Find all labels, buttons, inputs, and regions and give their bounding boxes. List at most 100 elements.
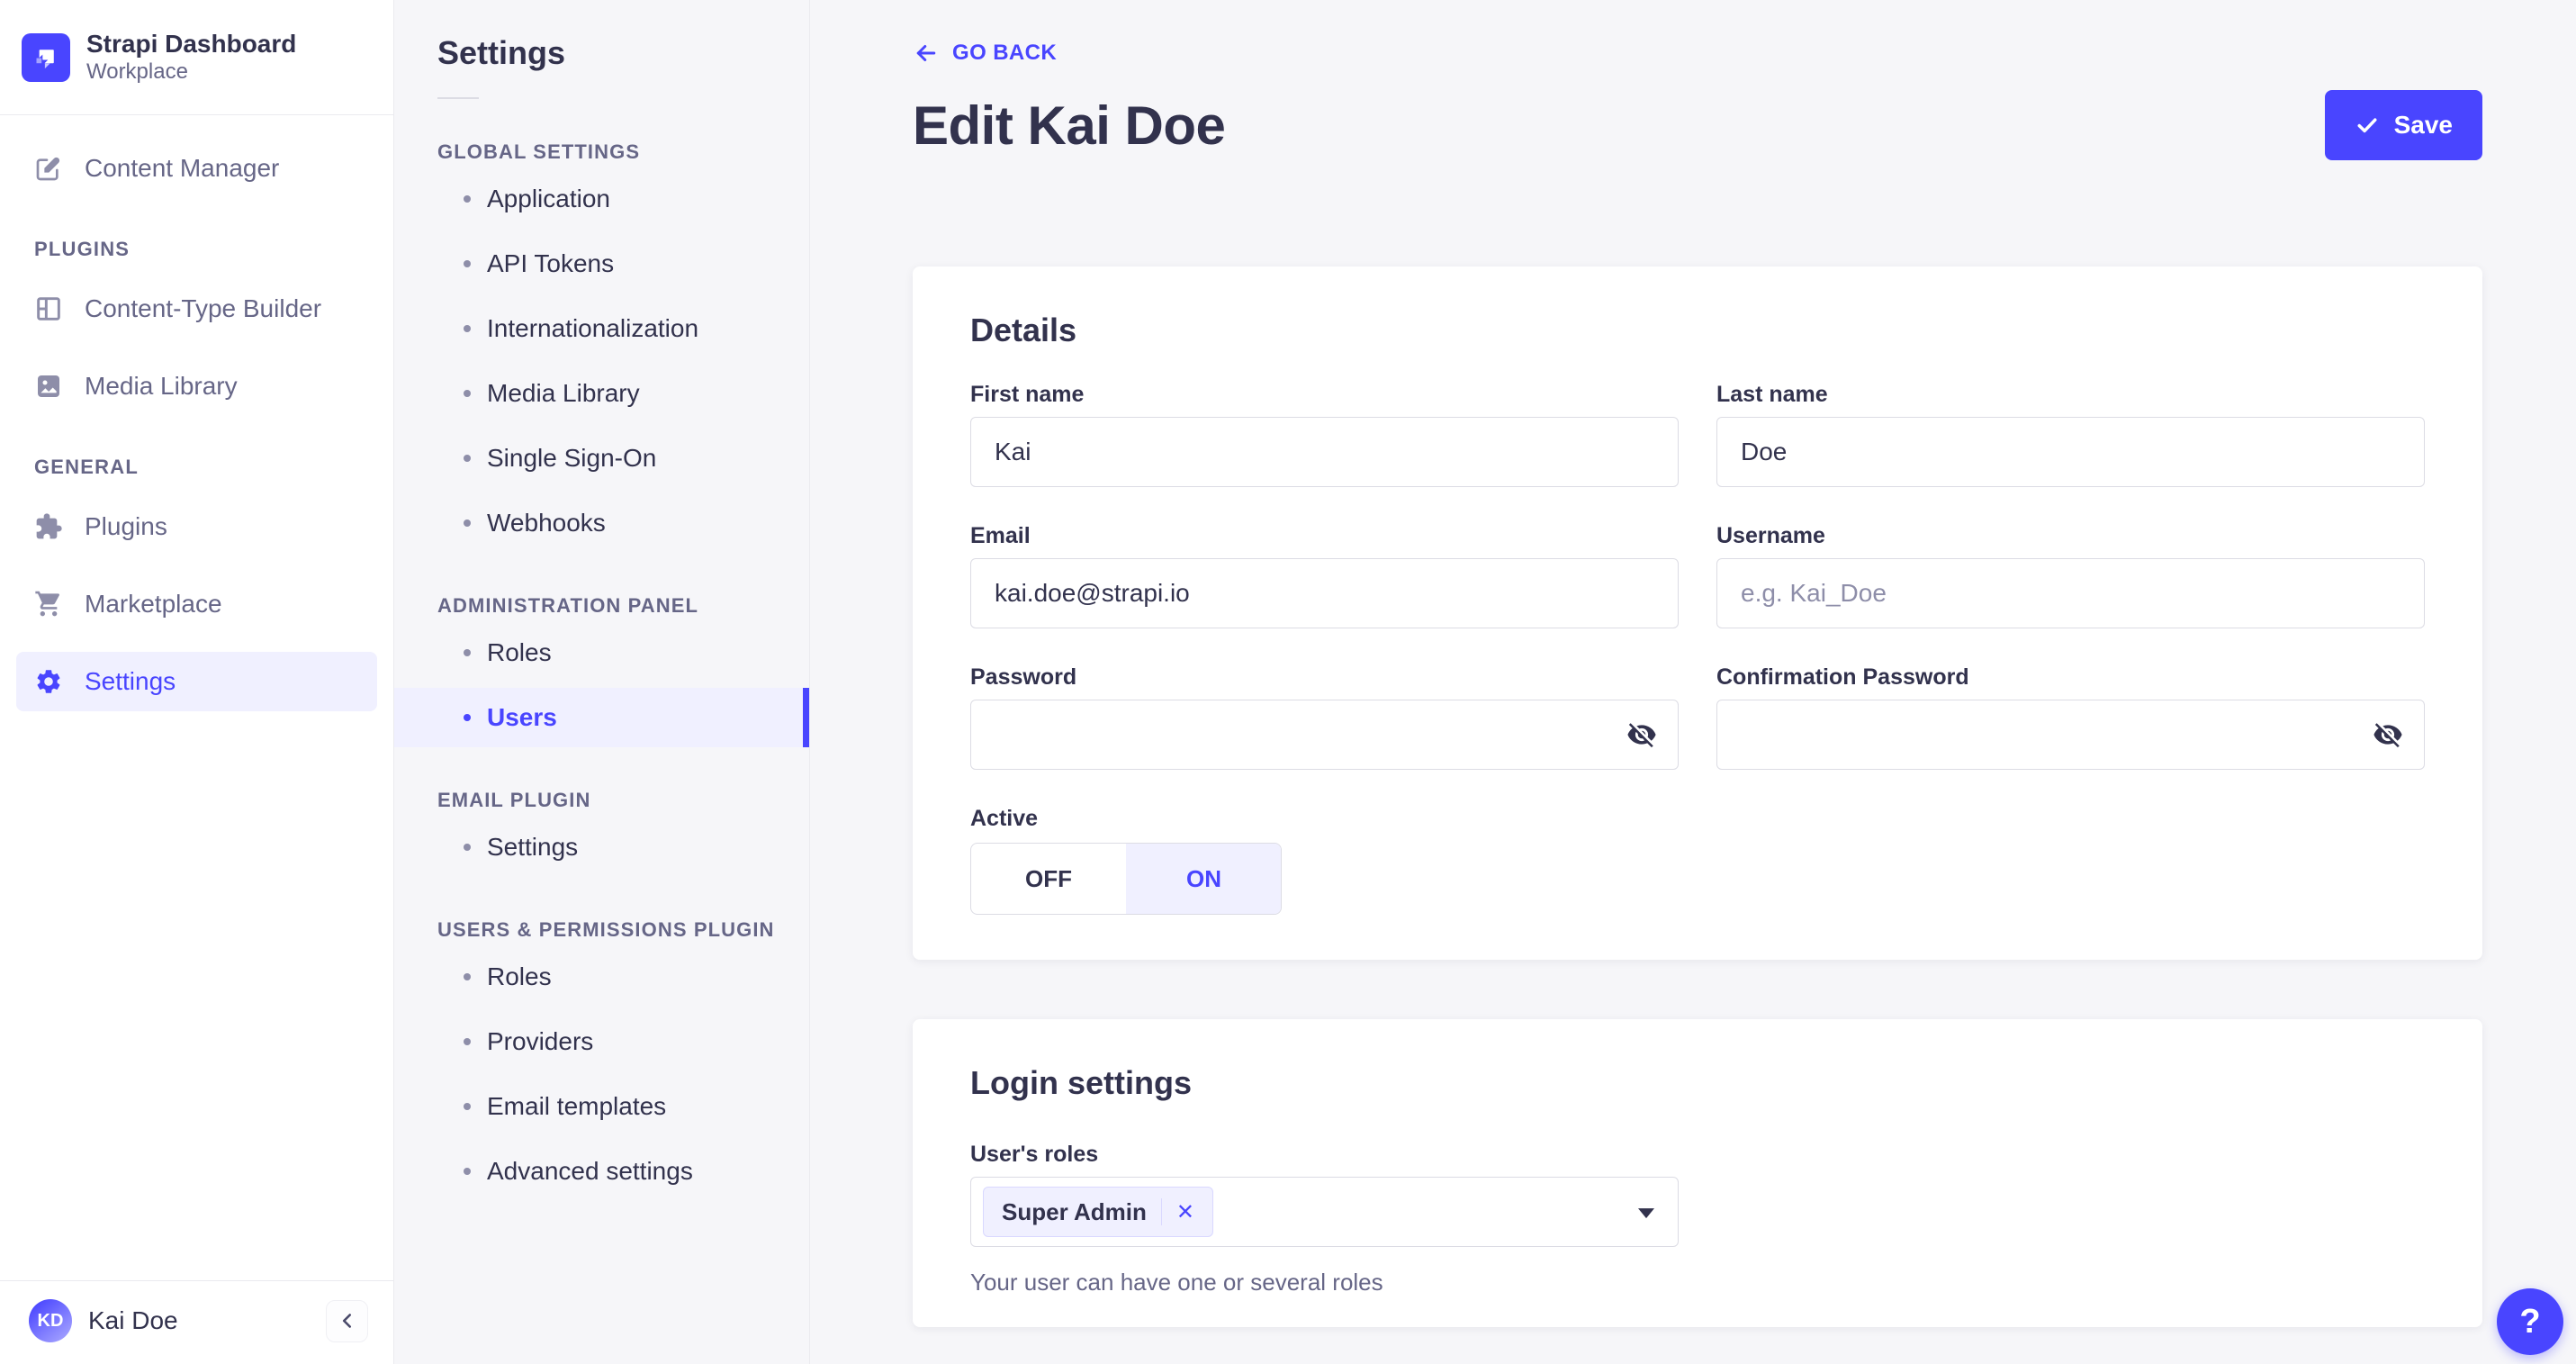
sidebar-item-label: Marketplace bbox=[85, 590, 222, 618]
confirmation-password-field-group: Confirmation Password bbox=[1716, 664, 2425, 770]
sidebar-nav: Content Manager PLUGINS Content-Type Bui… bbox=[0, 115, 393, 711]
tag-divider bbox=[1160, 1198, 1162, 1225]
sidebar-item-content-manager[interactable]: Content Manager bbox=[16, 139, 377, 198]
subnav-item-label: Settings bbox=[487, 833, 579, 861]
bullet-icon bbox=[464, 260, 471, 267]
brand[interactable]: Strapi Dashboard Workplace bbox=[0, 0, 393, 115]
subnav-item-admin-roles[interactable]: Roles bbox=[394, 623, 809, 682]
subnav-item-label: Roles bbox=[487, 962, 552, 990]
active-toggle: OFF ON bbox=[970, 843, 1282, 915]
bullet-icon bbox=[464, 195, 471, 203]
bullet-icon bbox=[464, 390, 471, 397]
brand-subtitle: Workplace bbox=[86, 59, 188, 85]
bullet-icon bbox=[464, 844, 471, 851]
subnav-item-label: Email templates bbox=[487, 1092, 667, 1120]
password-field-group: Password bbox=[970, 664, 1679, 770]
subnav-item-providers[interactable]: Providers bbox=[394, 1012, 809, 1071]
collapse-sidebar-button[interactable] bbox=[326, 1299, 368, 1342]
subnav-group-email-plugin: EMAIL PLUGIN Settings bbox=[394, 789, 809, 877]
subnav-item-label: Media Library bbox=[487, 379, 640, 407]
sidebar-section-title: PLUGINS bbox=[34, 238, 131, 260]
confirmation-password-field[interactable] bbox=[1716, 700, 2425, 770]
chevron-left-icon bbox=[336, 1309, 359, 1332]
bullet-icon bbox=[464, 325, 471, 332]
layout-icon bbox=[34, 294, 63, 323]
password-label: Password bbox=[970, 664, 1077, 690]
subnav-item-internationalization[interactable]: Internationalization bbox=[394, 299, 809, 358]
subnav-item-label: Webhooks bbox=[487, 509, 606, 537]
save-button[interactable]: Save bbox=[2324, 90, 2482, 160]
eye-off-icon[interactable] bbox=[1626, 719, 1657, 750]
go-back-label: GO BACK bbox=[952, 41, 1058, 65]
email-field-group: Email bbox=[970, 523, 1679, 628]
subnav-item-single-sign-on[interactable]: Single Sign-On bbox=[394, 429, 809, 488]
subnav-item-media-library[interactable]: Media Library bbox=[394, 364, 809, 423]
sidebar-item-media-library[interactable]: Media Library bbox=[16, 357, 377, 416]
subnav-group-title: ADMINISTRATION PANEL bbox=[437, 594, 699, 617]
image-icon bbox=[34, 372, 63, 401]
last-name-field[interactable] bbox=[1716, 417, 2425, 487]
avatar: KD bbox=[29, 1299, 72, 1342]
role-tag-label: Super Admin bbox=[1002, 1197, 1147, 1225]
subnav-item-advanced-settings[interactable]: Advanced settings bbox=[394, 1142, 809, 1201]
subnav-item-webhooks[interactable]: Webhooks bbox=[394, 493, 809, 553]
subnav-item-api-tokens[interactable]: API Tokens bbox=[394, 234, 809, 294]
details-card: Details First name Last name Email bbox=[913, 266, 2482, 960]
sidebar-item-label: Plugins bbox=[85, 512, 167, 540]
username-field[interactable] bbox=[1716, 558, 2425, 628]
sidebar-item-content-type-builder[interactable]: Content-Type Builder bbox=[16, 279, 377, 339]
login-settings-card: Login settings User's roles Super Admin … bbox=[913, 1019, 2482, 1327]
save-button-label: Save bbox=[2393, 111, 2453, 139]
username-label: Username bbox=[1716, 523, 1825, 548]
subnav-group-title: USERS & PERMISSIONS PLUGIN bbox=[437, 918, 775, 941]
remove-role-icon[interactable]: ✕ bbox=[1176, 1199, 1194, 1225]
subnav-item-email-settings[interactable]: Settings bbox=[394, 817, 809, 877]
subnav-group-title: EMAIL PLUGIN bbox=[437, 789, 591, 811]
sidebar-item-plugins[interactable]: Plugins bbox=[16, 497, 377, 556]
pen-icon bbox=[34, 154, 63, 183]
sidebar-item-settings[interactable]: Settings bbox=[16, 652, 377, 711]
sidebar-item-label: Content Manager bbox=[85, 154, 280, 182]
settings-subnav: Settings GLOBAL SETTINGS Application API… bbox=[394, 0, 810, 1364]
subnav-item-label: Internationalization bbox=[487, 314, 699, 342]
bullet-icon bbox=[464, 973, 471, 980]
bullet-icon bbox=[464, 1168, 471, 1175]
password-field[interactable] bbox=[970, 700, 1679, 770]
subnav-item-email-templates[interactable]: Email templates bbox=[394, 1077, 809, 1136]
sidebar-section-general: GENERAL Plugins Marketplace Settings bbox=[16, 456, 377, 711]
eye-off-icon[interactable] bbox=[2373, 719, 2403, 750]
subnav-item-label: Single Sign-On bbox=[487, 444, 657, 472]
role-tag: Super Admin ✕ bbox=[983, 1187, 1213, 1237]
subnav-item-up-roles[interactable]: Roles bbox=[394, 947, 809, 1007]
subnav-item-application[interactable]: Application bbox=[394, 169, 809, 229]
details-card-title: Details bbox=[970, 312, 1077, 348]
active-toggle-off[interactable]: OFF bbox=[971, 844, 1126, 914]
arrow-left-icon bbox=[913, 40, 940, 67]
sidebar-footer: KD Kai Doe bbox=[0, 1280, 393, 1364]
subnav-item-admin-users[interactable]: Users bbox=[394, 688, 809, 747]
last-name-label: Last name bbox=[1716, 382, 1828, 407]
subnav-group-title: GLOBAL SETTINGS bbox=[437, 140, 641, 163]
check-icon bbox=[2355, 113, 2380, 138]
user-menu[interactable]: KD Kai Doe bbox=[29, 1299, 310, 1342]
help-button[interactable]: ? bbox=[2497, 1288, 2563, 1355]
strapi-logo-icon bbox=[22, 32, 70, 82]
last-name-field-group: Last name bbox=[1716, 382, 2425, 487]
subnav-item-label: Roles bbox=[487, 638, 552, 666]
sidebar-item-marketplace[interactable]: Marketplace bbox=[16, 574, 377, 634]
first-name-field[interactable] bbox=[970, 417, 1679, 487]
sidebar-item-label: Content-Type Builder bbox=[85, 294, 322, 322]
user-roles-select[interactable]: Super Admin ✕ bbox=[970, 1177, 1679, 1247]
subnav-group-users-permissions-plugin: USERS & PERMISSIONS PLUGIN Roles Provide… bbox=[394, 918, 809, 1201]
go-back-link[interactable]: GO BACK bbox=[913, 40, 1057, 67]
chevron-down-icon bbox=[1638, 1208, 1654, 1219]
page-title: Edit Kai Doe bbox=[913, 95, 1226, 156]
active-toggle-on[interactable]: ON bbox=[1126, 844, 1281, 914]
bullet-icon bbox=[464, 519, 471, 527]
subnav-item-label: Application bbox=[487, 185, 610, 212]
first-name-field-group: First name bbox=[970, 382, 1679, 487]
email-field[interactable] bbox=[970, 558, 1679, 628]
brand-title: Strapi Dashboard bbox=[86, 29, 297, 58]
strapi-app: Strapi Dashboard Workplace Content Manag… bbox=[0, 0, 2576, 1364]
subnav-group-administration-panel: ADMINISTRATION PANEL Roles Users bbox=[394, 594, 809, 747]
